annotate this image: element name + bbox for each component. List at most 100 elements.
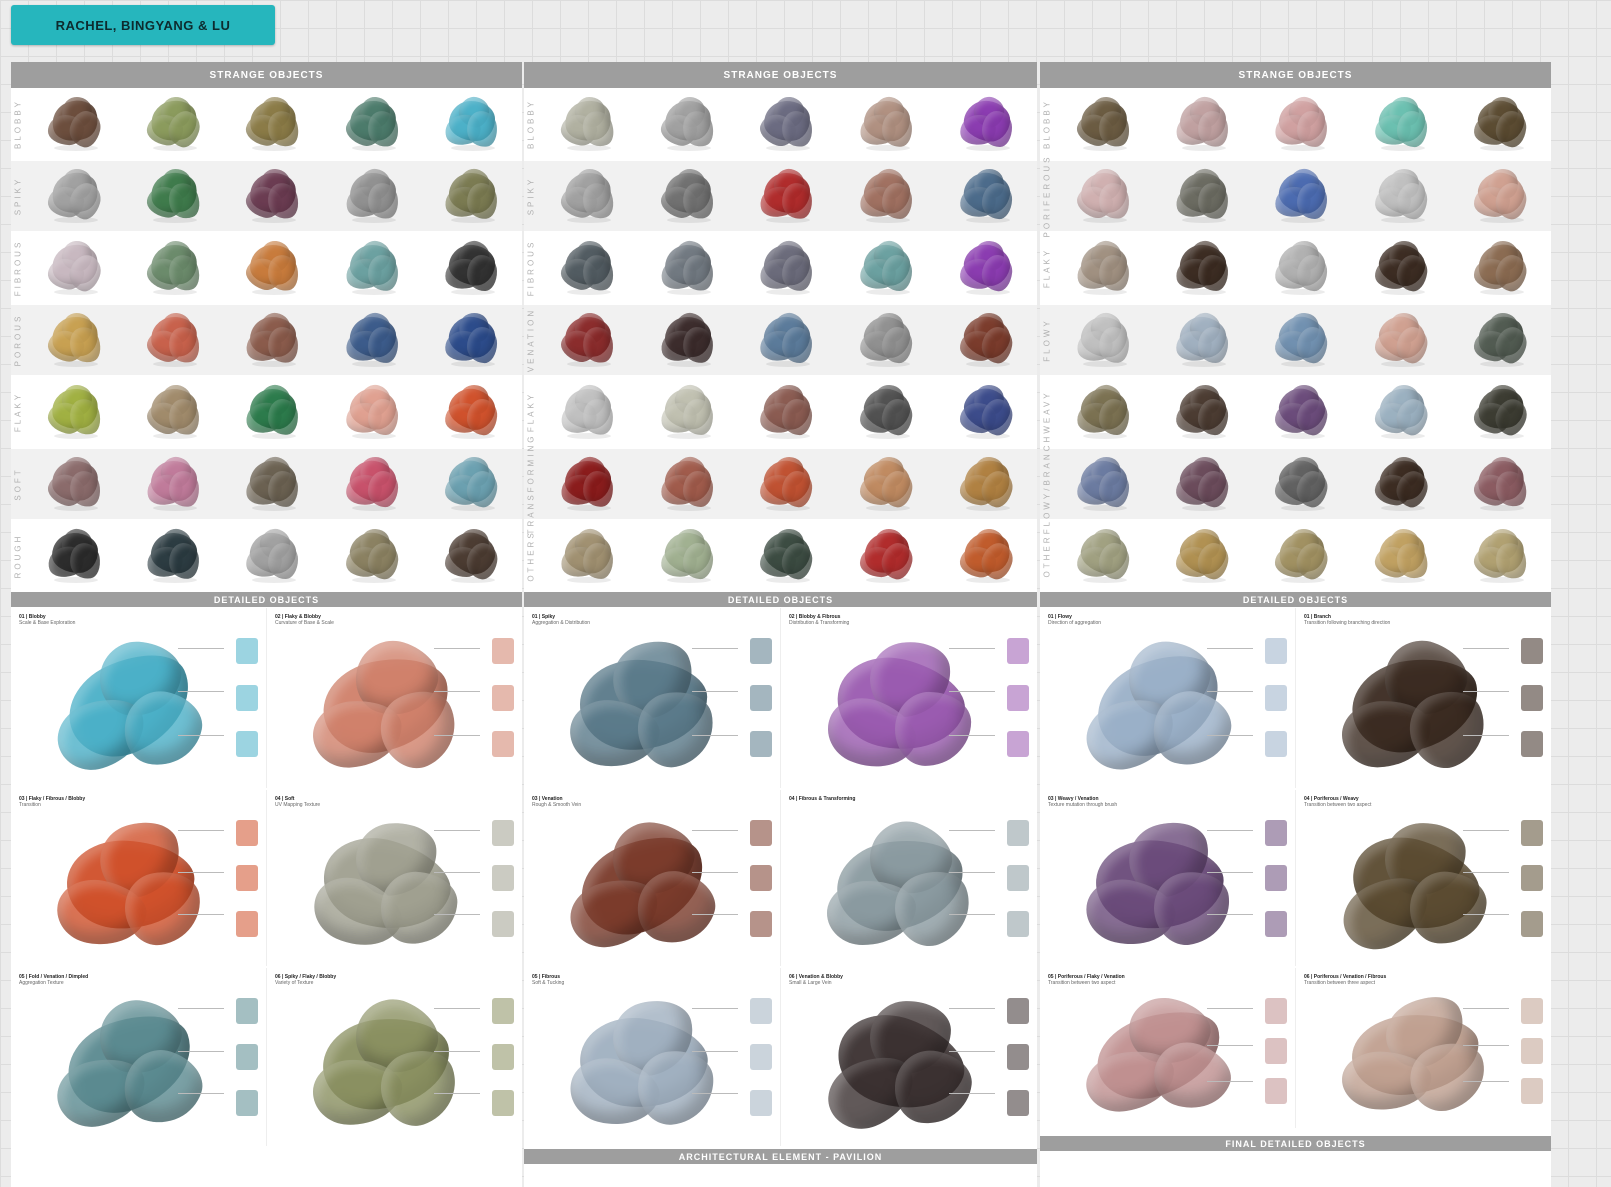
object-thumbnail[interactable] (44, 94, 106, 153)
object-thumbnail[interactable] (1172, 526, 1234, 585)
detail-panel[interactable]: 02 | Blobby & Fibrous Distribution & Tran… (780, 608, 1035, 788)
object-thumbnail[interactable] (1470, 527, 1532, 585)
object-thumbnail[interactable] (856, 94, 918, 153)
object-thumbnail[interactable] (657, 95, 719, 153)
object-thumbnail[interactable] (1073, 525, 1135, 585)
object-thumbnail[interactable] (956, 382, 1018, 441)
object-thumbnail[interactable] (856, 454, 918, 513)
object-thumbnail[interactable] (1271, 526, 1333, 585)
object-thumbnail[interactable] (556, 382, 619, 441)
object-thumbnail[interactable] (242, 524, 304, 585)
object-thumbnail[interactable] (143, 525, 205, 585)
detail-panel[interactable]: 01 | Spiky Aggregation & Distribution (524, 608, 778, 788)
object-thumbnail[interactable] (143, 454, 205, 513)
object-thumbnail[interactable] (1470, 455, 1532, 513)
object-thumbnail[interactable] (1172, 237, 1234, 297)
detail-panel[interactable]: 03 | Flaky / Fibrous / Blobby Transition (11, 790, 264, 966)
object-thumbnail[interactable] (1271, 309, 1333, 369)
object-thumbnail[interactable] (1172, 94, 1234, 153)
object-thumbnail[interactable] (856, 165, 918, 225)
object-thumbnail[interactable] (143, 167, 205, 225)
object-thumbnail[interactable] (342, 95, 404, 153)
object-thumbnail[interactable] (756, 380, 818, 441)
object-thumbnail[interactable] (1073, 309, 1135, 369)
object-thumbnail[interactable] (43, 526, 106, 585)
object-thumbnail[interactable] (756, 453, 818, 513)
detail-panel[interactable]: 01 | Blobby Scale & Base Exploration (11, 608, 264, 788)
object-thumbnail[interactable] (856, 381, 918, 441)
object-thumbnail[interactable] (1271, 454, 1333, 513)
detail-panel[interactable]: 06 | Spiky / Flaky / Blobby Variety of Te… (266, 968, 520, 1146)
object-thumbnail[interactable] (1470, 238, 1532, 297)
object-thumbnail[interactable] (143, 239, 205, 297)
object-thumbnail[interactable] (656, 238, 719, 297)
object-thumbnail[interactable] (44, 167, 106, 225)
object-thumbnail[interactable] (557, 167, 619, 225)
detail-panel[interactable]: 01 | Flowy Direction of aggregation (1040, 608, 1293, 788)
object-thumbnail[interactable] (956, 93, 1018, 153)
object-thumbnail[interactable] (441, 165, 503, 225)
detail-panel[interactable]: 03 | Weavy / Venation Texture mutation th… (1040, 790, 1293, 966)
object-thumbnail[interactable] (441, 94, 503, 153)
object-thumbnail[interactable] (342, 238, 404, 297)
object-thumbnail[interactable] (44, 455, 106, 513)
object-thumbnail[interactable] (1271, 165, 1333, 225)
object-thumbnail[interactable] (242, 453, 304, 513)
detail-panel[interactable]: 05 | Fibrous Soft & Tucking (524, 968, 778, 1146)
object-thumbnail[interactable] (1072, 238, 1135, 297)
object-thumbnail[interactable] (1271, 236, 1333, 297)
object-thumbnail[interactable] (1073, 381, 1135, 441)
object-thumbnail[interactable] (756, 525, 818, 585)
object-thumbnail[interactable] (1371, 165, 1433, 225)
object-thumbnail[interactable] (956, 164, 1018, 225)
object-thumbnail[interactable] (657, 524, 719, 585)
object-thumbnail[interactable] (1470, 383, 1532, 441)
object-thumbnail[interactable] (1371, 237, 1433, 297)
project-title-tag[interactable]: RACHEL, BINGYANG & LU (11, 5, 275, 45)
object-thumbnail[interactable] (557, 239, 619, 297)
object-thumbnail[interactable] (756, 237, 818, 297)
object-thumbnail[interactable] (756, 166, 818, 225)
object-thumbnail[interactable] (856, 309, 918, 369)
detail-panel[interactable]: 06 | Poriferous / Venation / Fibrous Tran… (1295, 968, 1549, 1128)
object-thumbnail[interactable] (1073, 452, 1135, 513)
detail-panel[interactable]: 05 | Poriferous / Flaky / Venation Transi… (1040, 968, 1293, 1128)
object-thumbnail[interactable] (441, 453, 503, 513)
detail-panel[interactable]: 06 | Venation & Blobby Small & Large Vein (780, 968, 1035, 1146)
object-thumbnail[interactable] (756, 95, 818, 153)
detail-panel[interactable]: 02 | Flaky & Blobby Curvature of Base & S… (266, 608, 520, 788)
object-thumbnail[interactable] (242, 310, 304, 369)
object-thumbnail[interactable] (242, 95, 304, 153)
object-thumbnail[interactable] (657, 453, 719, 513)
detail-panel[interactable]: 04 | Soft UV Mapping Texture (266, 790, 520, 966)
object-thumbnail[interactable] (342, 309, 404, 369)
object-thumbnail[interactable] (1371, 455, 1433, 513)
object-thumbnail[interactable] (44, 239, 106, 297)
object-thumbnail[interactable] (242, 239, 304, 297)
object-thumbnail[interactable] (557, 95, 619, 153)
object-thumbnail[interactable] (441, 237, 503, 297)
object-thumbnail[interactable] (1371, 92, 1433, 153)
object-thumbnail[interactable] (756, 309, 818, 369)
object-thumbnail[interactable] (1172, 308, 1234, 369)
detail-panel[interactable]: 04 | Poriferous / Weavy Transition betwee… (1295, 790, 1549, 966)
object-thumbnail[interactable] (242, 382, 304, 441)
object-thumbnail[interactable] (1172, 453, 1234, 513)
object-thumbnail[interactable] (44, 383, 106, 441)
object-thumbnail[interactable] (342, 381, 404, 441)
object-thumbnail[interactable] (1073, 95, 1135, 153)
object-thumbnail[interactable] (856, 526, 918, 585)
object-thumbnail[interactable] (143, 95, 205, 153)
object-thumbnail[interactable] (956, 527, 1018, 585)
object-thumbnail[interactable] (342, 525, 404, 585)
object-thumbnail[interactable] (557, 311, 619, 369)
object-thumbnail[interactable] (1470, 311, 1532, 369)
object-thumbnail[interactable] (342, 452, 404, 513)
object-thumbnail[interactable] (557, 525, 619, 585)
object-thumbnail[interactable] (1271, 93, 1333, 153)
detail-panel[interactable]: 05 | Fold / Venation / Dimpled Aggregatio… (11, 968, 264, 1146)
object-thumbnail[interactable] (657, 310, 719, 369)
object-thumbnail[interactable] (1172, 381, 1234, 441)
object-thumbnail[interactable] (956, 454, 1018, 513)
object-thumbnail[interactable] (856, 236, 918, 297)
